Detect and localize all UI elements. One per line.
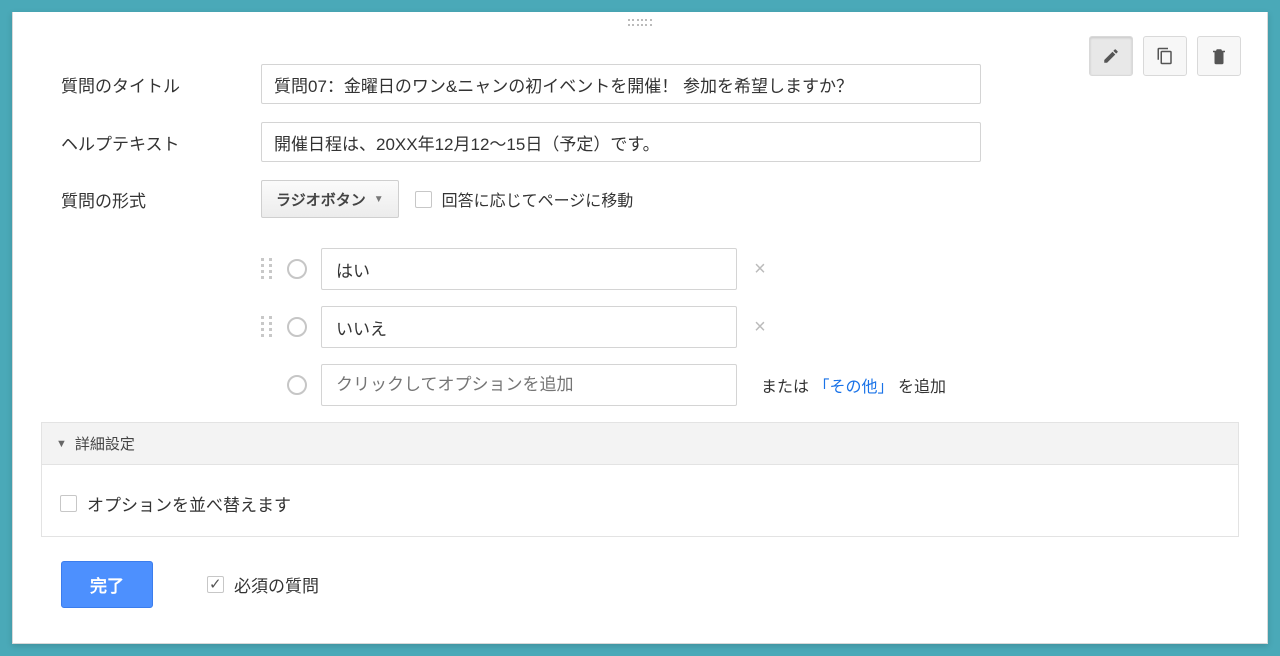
trash-icon <box>1210 47 1228 65</box>
page-nav-label: 回答に応じてページに移動 <box>442 187 634 211</box>
advanced-header-label: 詳細設定 <box>75 433 135 454</box>
radio-icon <box>287 317 307 337</box>
remove-option-button[interactable]: × <box>751 258 769 281</box>
copy-icon <box>1156 47 1174 65</box>
option-row: × <box>261 248 1219 290</box>
done-button[interactable]: 完了 <box>61 561 153 608</box>
delete-button[interactable] <box>1197 36 1241 76</box>
question-title-input[interactable] <box>261 64 981 104</box>
pencil-icon <box>1102 47 1120 65</box>
duplicate-button[interactable] <box>1143 36 1187 76</box>
question-editor-panel: 質問のタイトル ヘルプテキスト 質問の形式 ラジオボタン ▼ 回答に応じてページ… <box>12 12 1268 644</box>
question-type-selected: ラジオボタン <box>276 189 366 210</box>
add-other-text: または 「その他」 を追加 <box>761 373 946 397</box>
option-input-2[interactable] <box>321 306 737 348</box>
grip-dots-icon <box>628 19 652 27</box>
shuffle-checkbox[interactable] <box>60 495 77 512</box>
add-option-row: または 「その他」 を追加 <box>287 364 1219 406</box>
option-input-1[interactable] <box>321 248 737 290</box>
required-checkbox[interactable] <box>207 576 224 593</box>
label-question-title: 質問のタイトル <box>61 72 261 97</box>
option-row: × <box>261 306 1219 348</box>
drag-handle-icon[interactable] <box>261 316 275 338</box>
footer-bar: 完了 必須の質問 <box>13 537 1267 632</box>
item-toolbar <box>1089 36 1241 76</box>
chevron-down-icon: ▼ <box>56 438 67 450</box>
options-list: × × または 「その他」 を追加 <box>261 248 1219 406</box>
edit-button[interactable] <box>1089 36 1133 76</box>
radio-icon <box>287 375 307 395</box>
remove-option-button[interactable]: × <box>751 316 769 339</box>
label-help-text: ヘルプテキスト <box>61 130 261 155</box>
chevron-down-icon: ▼ <box>374 194 384 205</box>
shuffle-label: オプションを並べ替えます <box>87 491 291 516</box>
help-text-input[interactable] <box>261 122 981 162</box>
drag-handle-icon[interactable] <box>261 258 275 280</box>
add-option-input[interactable] <box>321 364 737 406</box>
radio-icon <box>287 259 307 279</box>
drag-handle-top[interactable] <box>13 12 1267 34</box>
page-nav-checkbox[interactable] <box>415 191 432 208</box>
advanced-section: ▼ 詳細設定 オプションを並べ替えます <box>41 422 1239 537</box>
add-other-link[interactable]: 「その他」 <box>813 379 893 396</box>
advanced-toggle[interactable]: ▼ 詳細設定 <box>56 433 1224 454</box>
question-type-select[interactable]: ラジオボタン ▼ <box>261 180 399 218</box>
required-label: 必須の質問 <box>234 572 319 597</box>
label-question-type: 質問の形式 <box>61 187 261 212</box>
